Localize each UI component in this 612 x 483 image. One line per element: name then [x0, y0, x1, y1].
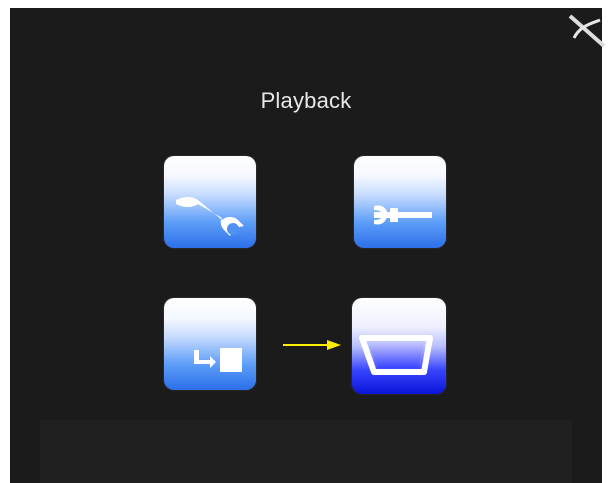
display-screen-icon	[359, 335, 433, 375]
menu-tile-tools[interactable]	[354, 156, 446, 248]
menu-title: Playback	[260, 88, 352, 113]
copy-transfer-icon	[194, 348, 242, 372]
wrench-settings-icon	[176, 197, 244, 236]
arrow-right-icon	[283, 340, 341, 350]
menu-tile-settings[interactable]	[164, 156, 256, 248]
menu-tile-display-selected[interactable]	[352, 298, 446, 394]
corner-watermark	[568, 14, 606, 48]
tool-connector-icon	[374, 205, 432, 225]
tv-screen: Playback	[10, 8, 602, 483]
bottom-status-bar	[40, 420, 572, 483]
menu-tile-copy[interactable]	[164, 298, 256, 390]
